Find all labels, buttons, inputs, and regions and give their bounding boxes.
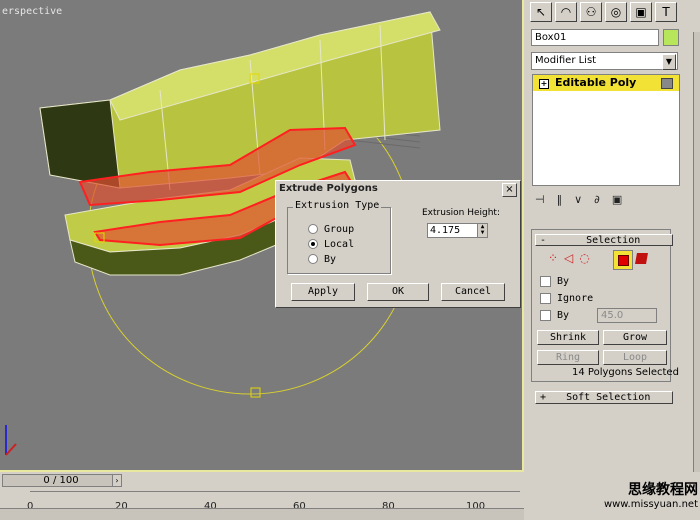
- watermark-url: www.missyuan.net: [603, 499, 698, 510]
- stack-toggle-icon[interactable]: [661, 78, 673, 89]
- radio-icon: [308, 224, 318, 234]
- chevron-right-icon[interactable]: ›: [112, 474, 122, 487]
- object-color-swatch[interactable]: [663, 29, 679, 46]
- checkbox-by-angle[interactable]: By: [540, 309, 569, 323]
- hierarchy-tab-icon[interactable]: ⚇: [580, 2, 602, 22]
- expand-icon[interactable]: +: [539, 79, 549, 89]
- modifier-list-dropdown[interactable]: Modifier List ▼: [531, 52, 678, 70]
- extrusion-height-spinner[interactable]: 4.175 ▲ ▼: [427, 223, 488, 238]
- selection-rollout-header[interactable]: - Selection: [535, 234, 673, 246]
- viewport-label: erspective: [2, 6, 63, 17]
- radio-by[interactable]: By: [308, 253, 336, 267]
- selection-status: 14 Polygons Selected: [572, 367, 679, 378]
- loop-button[interactable]: Loop: [603, 350, 667, 365]
- ok-button[interactable]: OK: [367, 283, 429, 301]
- soft-selection-rollout-header[interactable]: + Soft Selection: [535, 391, 673, 404]
- group-title: Extrusion Type: [293, 200, 382, 211]
- radio-icon: [308, 254, 318, 264]
- polygon-subobject-icon[interactable]: [613, 250, 633, 270]
- modify-tab-icon[interactable]: ◠: [555, 2, 577, 22]
- cancel-button[interactable]: Cancel: [441, 283, 505, 301]
- modifier-stack[interactable]: + Editable Poly: [532, 74, 680, 186]
- polygon-square-icon: [618, 255, 629, 266]
- checkbox-icon: [540, 275, 551, 287]
- close-icon[interactable]: ×: [502, 183, 517, 197]
- radio-selected-icon: [308, 239, 318, 249]
- grow-button[interactable]: Grow: [603, 330, 667, 345]
- radio-group[interactable]: Group: [308, 223, 354, 237]
- watermark-title: 思缘教程网: [628, 482, 698, 498]
- stack-item-editable-poly[interactable]: + Editable Poly: [533, 75, 679, 91]
- motion-tab-icon[interactable]: ◎: [605, 2, 627, 22]
- extrude-polygons-dialog: Extrude Polygons × Extrusion Type Group …: [275, 180, 521, 308]
- timeline-ruler[interactable]: [30, 491, 520, 494]
- element-subobject-icon[interactable]: [635, 253, 648, 264]
- utilities-tab-icon[interactable]: T: [655, 2, 677, 22]
- checkbox-icon: [540, 292, 551, 304]
- status-bar: [0, 508, 524, 520]
- display-tab-icon[interactable]: ▣: [630, 2, 652, 22]
- panel-scrollbar[interactable]: [693, 32, 700, 472]
- spinner-arrows-icon[interactable]: ▲ ▼: [477, 224, 487, 237]
- chevron-down-icon[interactable]: ▼: [662, 54, 676, 70]
- site-watermark: 思缘教程网 www.missyuan.net: [564, 481, 698, 510]
- checkbox-by-vertex[interactable]: By: [540, 275, 569, 289]
- shrink-button[interactable]: Shrink: [537, 330, 599, 345]
- extrusion-height-value: 4.175: [430, 225, 461, 236]
- checkbox-icon: [540, 309, 551, 321]
- extrusion-height-label: Extrusion Height:: [422, 208, 500, 218]
- angle-spinner[interactable]: 45.0: [597, 308, 657, 323]
- create-tab-icon[interactable]: ↖: [530, 2, 552, 22]
- radio-local[interactable]: Local: [308, 238, 354, 252]
- object-name-input[interactable]: Box01: [531, 29, 659, 46]
- apply-button[interactable]: Apply: [291, 283, 355, 301]
- ring-button[interactable]: Ring: [537, 350, 599, 365]
- stack-tools-icons[interactable]: ⊣‖∨∂▣: [535, 193, 675, 207]
- checkbox-ignore-backfacing[interactable]: Ignore: [540, 292, 593, 306]
- time-slider[interactable]: 0 / 100: [2, 474, 120, 487]
- dialog-title: Extrude Polygons: [276, 181, 520, 197]
